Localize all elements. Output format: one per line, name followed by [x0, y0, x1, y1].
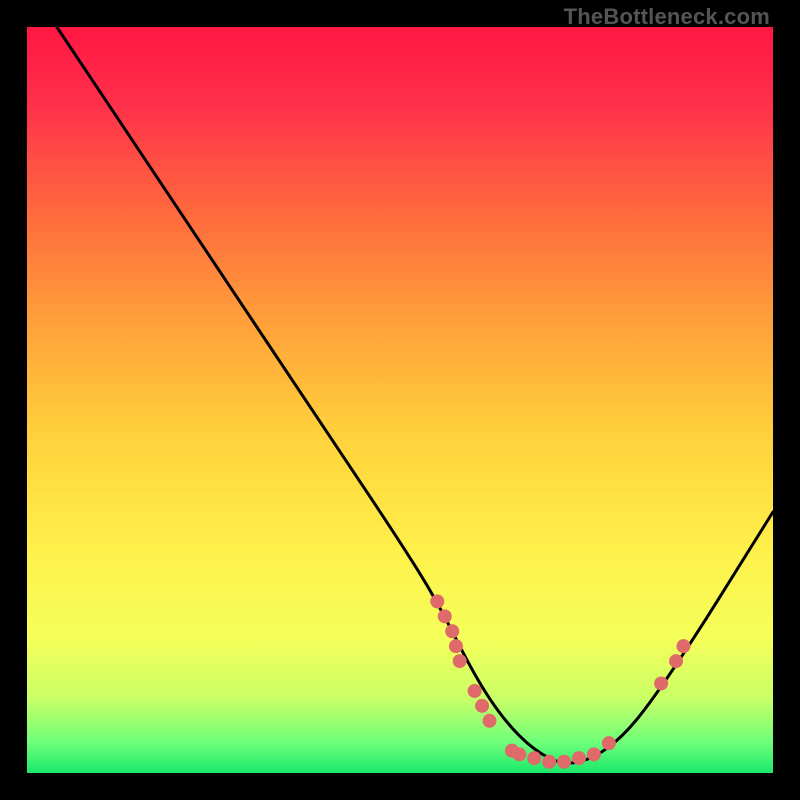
data-point	[438, 609, 452, 623]
bottleneck-chart	[27, 27, 773, 773]
data-point	[572, 751, 586, 765]
data-point	[468, 684, 482, 698]
data-point	[542, 755, 556, 769]
data-point	[676, 639, 690, 653]
gradient-background	[27, 27, 773, 773]
data-point	[602, 736, 616, 750]
data-point	[449, 639, 463, 653]
data-point	[654, 676, 668, 690]
data-point	[587, 747, 601, 761]
data-point	[430, 594, 444, 608]
data-point	[483, 714, 497, 728]
data-point	[557, 755, 571, 769]
chart-frame	[27, 27, 773, 773]
data-point	[669, 654, 683, 668]
data-point	[527, 751, 541, 765]
data-point	[475, 699, 489, 713]
data-point	[445, 624, 459, 638]
data-point	[512, 747, 526, 761]
data-point	[453, 654, 467, 668]
